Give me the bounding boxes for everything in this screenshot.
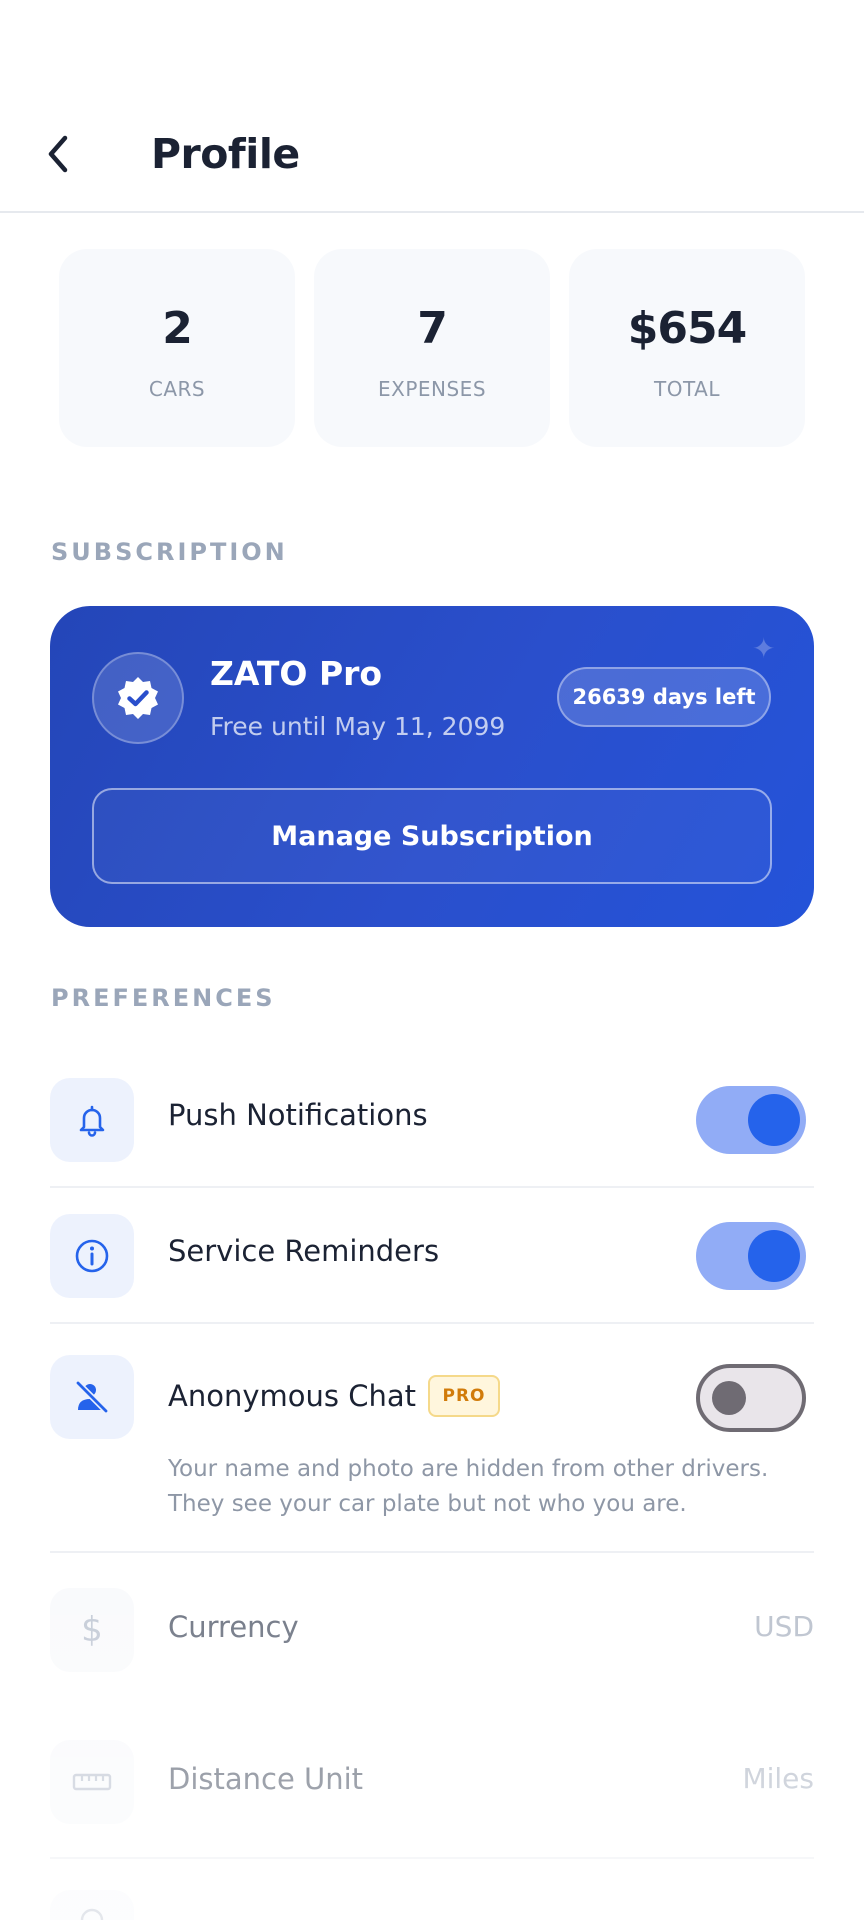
partial-icon: [80, 1908, 104, 1920]
stat-card-cars: 2 CARS: [59, 249, 295, 447]
stat-value: 7: [417, 303, 448, 354]
subscription-section-label: SUBSCRIPTION: [51, 538, 288, 566]
currency-value: USD: [754, 1610, 814, 1643]
divider: [50, 1322, 814, 1324]
user-off-icon: [75, 1380, 109, 1414]
stat-label: EXPENSES: [377, 377, 487, 401]
plan-badge: [92, 652, 184, 744]
verified-badge-icon: [118, 677, 158, 719]
next-row-icon-container: [50, 1890, 134, 1920]
anonymous-chat-toggle[interactable]: [696, 1364, 806, 1432]
chevron-left-icon: [48, 135, 68, 173]
bell-icon: [79, 1105, 105, 1137]
pref-row-service-reminders: Service Reminders: [50, 1214, 814, 1298]
back-button[interactable]: [36, 126, 80, 182]
preferences-section-label: PREFERENCES: [51, 984, 276, 1012]
pro-badge: PRO: [428, 1375, 500, 1417]
pref-icon-container: [50, 1355, 134, 1439]
pref-icon-container: [50, 1214, 134, 1298]
service-reminders-toggle[interactable]: [696, 1222, 806, 1290]
pref-row-currency[interactable]: $ Currency USD: [50, 1588, 814, 1672]
pref-label: Push Notifications: [168, 1098, 428, 1132]
pref-label: Currency: [168, 1610, 299, 1644]
pref-icon-container: [50, 1740, 134, 1824]
anonymous-chat-description: Your name and photo are hidden from othe…: [168, 1456, 769, 1517]
divider: [50, 1857, 814, 1859]
toggle-knob: [712, 1381, 746, 1415]
plan-status: Free until May 11, 2099: [210, 712, 506, 741]
stat-value: $654: [627, 303, 747, 354]
toggle-knob: [748, 1094, 800, 1146]
divider: [50, 1186, 814, 1188]
stat-card-total: $654 TOTAL: [569, 249, 805, 447]
pref-label: Anonymous Chat: [168, 1379, 416, 1413]
dollar-icon: $: [81, 1610, 103, 1650]
page-title: Profile: [151, 130, 300, 178]
sparkle-icon: ✦: [752, 632, 776, 665]
pref-row-push-notifications: Push Notifications: [50, 1078, 814, 1162]
plan-name: ZATO Pro: [210, 654, 383, 693]
manage-subscription-button[interactable]: Manage Subscription: [92, 788, 772, 884]
pref-icon-container: $: [50, 1588, 134, 1672]
divider: [50, 1551, 814, 1553]
stat-label: CARS: [148, 377, 206, 401]
stat-card-expenses: 7 EXPENSES: [314, 249, 550, 447]
pref-row-anonymous-chat: Anonymous Chat PRO Your name and photo a…: [50, 1355, 814, 1525]
ruler-icon: [72, 1773, 112, 1791]
subscription-card: ✦ ZATO Pro Free until May 11, 2099 26639…: [50, 606, 814, 927]
push-notifications-toggle[interactable]: [696, 1086, 806, 1154]
pref-label: Service Reminders: [168, 1234, 440, 1268]
stat-label: TOTAL: [654, 377, 720, 401]
info-icon: [75, 1239, 109, 1273]
stats-row: 2 CARS 7 EXPENSES $654 TOTAL: [59, 249, 805, 447]
days-left-badge: 26639 days left: [557, 667, 771, 727]
pref-row-distance-unit[interactable]: Distance Unit Miles: [50, 1740, 814, 1824]
stat-value: 2: [162, 303, 193, 354]
pref-label: Distance Unit: [168, 1762, 364, 1796]
distance-unit-value: Miles: [742, 1762, 814, 1795]
app-header: Profile: [0, 0, 864, 213]
pref-icon-container: [50, 1078, 134, 1162]
toggle-knob: [748, 1230, 800, 1282]
